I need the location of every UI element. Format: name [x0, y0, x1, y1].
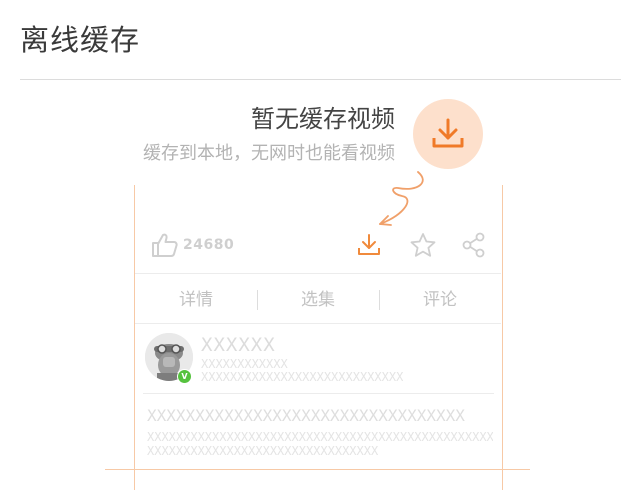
download-icon [358, 234, 380, 255]
download-icon [432, 118, 464, 148]
empty-state-subtitle: 缓存到本地，无网时也能看视频 [143, 143, 395, 164]
video-title-placeholder: XXXXXXXXXXXXXXXXXXXXXXXXXXXXXXXXX [147, 406, 465, 425]
like-count: 24680 [183, 237, 235, 253]
author-info-placeholder: XXXXXXXXXXXX [201, 357, 288, 371]
download-badge [413, 99, 483, 169]
tab-details: 详情 [179, 290, 213, 310]
author-divider [143, 393, 494, 394]
mockup-toolbar: 24680 [135, 220, 501, 272]
author-name-placeholder: XXXXXX [201, 334, 276, 356]
tabs-divider [135, 323, 501, 324]
video-desc-placeholder: XXXXXXXXXXXXXXXXXXXXXXXXXXXXXXXX [147, 444, 379, 458]
tab-comments: 评论 [379, 278, 501, 322]
star-icon [410, 233, 436, 257]
page-title: 离线缓存 [20, 23, 141, 57]
video-desc-placeholder: XXXXXXXXXXXXXXXXXXXXXXXXXXXXXXXXXXXXXXXX… [147, 430, 493, 444]
like-group: 24680 [151, 232, 234, 258]
title-divider [20, 79, 621, 80]
toolbar-divider [135, 273, 501, 274]
share-icon [462, 232, 485, 258]
empty-state-heading: 暂无缓存视频 [251, 105, 395, 133]
mockup-tabs: 详情 选集 评论 [135, 278, 501, 322]
author-desc-placeholder: XXXXXXXXXXXXXXXXXXXXXXXXXXXX [201, 370, 404, 384]
thumbs-up-icon [152, 233, 178, 257]
tab-episodes: 选集 [257, 278, 379, 322]
verified-badge-icon: V [177, 369, 192, 384]
